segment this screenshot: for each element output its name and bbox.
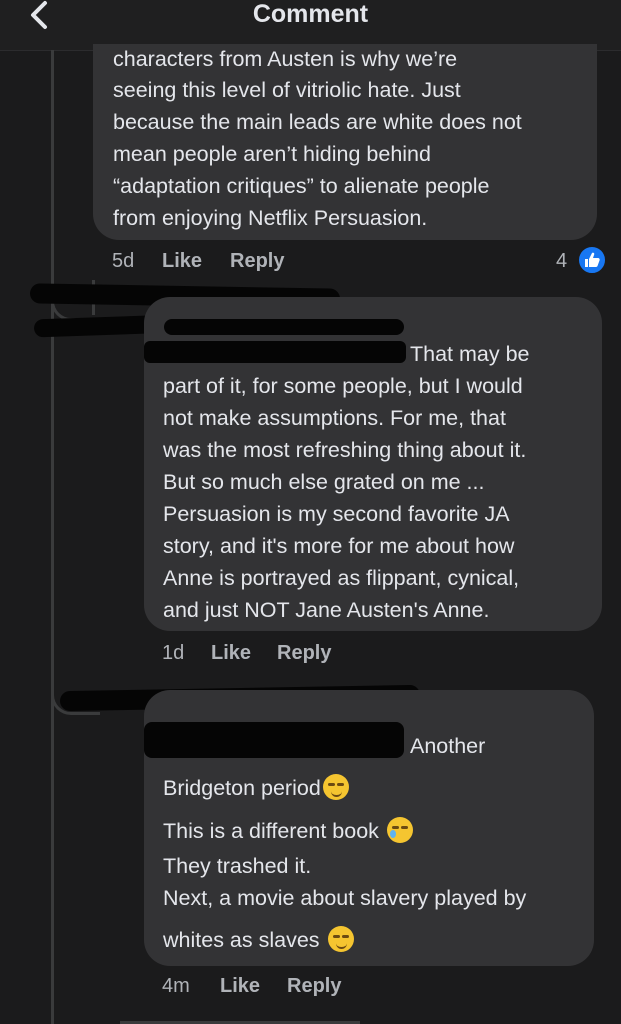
comment-text: That may be	[410, 342, 530, 366]
timestamp: 4m	[162, 975, 190, 997]
comment-text: part of it, for some people, but I would	[163, 374, 523, 398]
smirking-face-emoji	[322, 774, 349, 800]
comment-text: But so much else grated on me ...	[163, 470, 485, 494]
reply-button[interactable]: Reply	[230, 250, 284, 273]
reply-button[interactable]: Reply	[287, 975, 341, 998]
redacted-name	[144, 722, 404, 758]
like-count: 4	[556, 250, 568, 272]
comment-text: from enjoying Netflix Persuasion.	[113, 206, 428, 230]
comment-text: Another	[410, 734, 486, 758]
comment-text: Persuasion is my second favorite JA	[163, 502, 510, 526]
comment-bubble: That may be part of it, for some people,…	[144, 297, 602, 631]
like-button[interactable]: Like	[162, 250, 202, 273]
comment-text: This is a different book	[163, 815, 413, 847]
comment-actions: 1d Like Reply	[162, 642, 562, 668]
comment-text-fragment: whites as slaves	[163, 928, 320, 952]
comment-text: whites as slaves	[163, 924, 354, 956]
comment-text: was the most refreshing thing about it.	[163, 438, 527, 462]
comment-text: Next, a movie about slavery played by	[163, 886, 527, 910]
comment-text: because the main leads are white does no…	[113, 110, 522, 134]
comment-bubble: Another Bridgeton period This is a diffe…	[144, 690, 594, 966]
comment-text: seeing this level of vitriolic hate. Jus…	[113, 78, 461, 102]
page-title: Comment	[252, 0, 369, 28]
thumbs-up-icon	[577, 245, 607, 275]
comment-text-fragment: Bridgeton period	[163, 776, 321, 800]
timestamp: 5d	[112, 250, 135, 272]
comment-text: Anne is portrayed as flippant, cynical,	[163, 566, 520, 590]
comment-text: mean people aren’t hiding behind	[113, 142, 431, 166]
comment-text-fragment: This is a different book	[163, 819, 379, 843]
comment-text: Bridgeton period	[163, 772, 349, 804]
comment-bubble: characters from Austen is why we’re seei…	[93, 44, 597, 240]
comment-text: not make assumptions. For me, that	[163, 406, 506, 430]
reply-button[interactable]: Reply	[277, 642, 331, 665]
timestamp: 1d	[162, 642, 185, 664]
crying-face-emoji	[386, 817, 413, 843]
comment-text: and just NOT Jane Austen's Anne.	[163, 598, 490, 622]
comment-text: They trashed it.	[163, 854, 312, 878]
smirking-face-emoji	[327, 926, 354, 952]
like-button[interactable]: Like	[211, 642, 251, 665]
comment-actions: 4m Like Reply	[162, 975, 562, 1001]
thread-line	[51, 50, 54, 1024]
comment-text: story, and it's more for me about how	[163, 534, 515, 558]
comment-text: characters from Austen is why we’re	[113, 47, 458, 71]
redacted-name	[164, 319, 404, 335]
redacted-name	[144, 341, 406, 363]
comment-text: “adaptation critiques” to alienate peopl…	[113, 174, 490, 198]
like-button[interactable]: Like	[220, 975, 260, 998]
comment-actions: 5d Like Reply	[112, 250, 592, 276]
